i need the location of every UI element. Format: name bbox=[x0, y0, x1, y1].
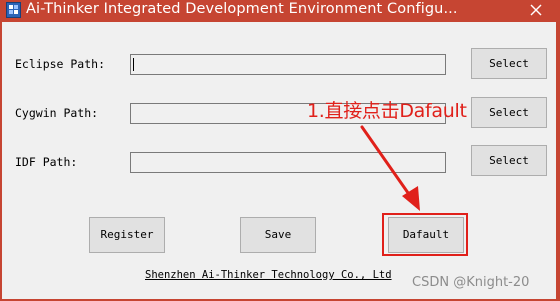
eclipse-select-button[interactable]: Select bbox=[471, 48, 547, 79]
idf-path-input[interactable] bbox=[130, 152, 446, 173]
annotation-text: 1.直接点击Dafault bbox=[307, 100, 467, 122]
default-button[interactable]: Dafault bbox=[388, 217, 464, 253]
cygwin-path-label: Cygwin Path: bbox=[15, 106, 99, 120]
close-button[interactable] bbox=[516, 1, 556, 19]
eclipse-path-input[interactable] bbox=[130, 54, 446, 75]
idf-path-label: IDF Path: bbox=[15, 155, 78, 169]
csdn-watermark: CSDN @Knight-20 bbox=[412, 275, 530, 290]
title-bar[interactable]: Ai-Thinker Integrated Development Enviro… bbox=[0, 0, 560, 22]
window-title: Ai-Thinker Integrated Development Enviro… bbox=[26, 1, 458, 17]
app-icon bbox=[6, 2, 21, 18]
save-button[interactable]: Save bbox=[240, 217, 316, 253]
register-button[interactable]: Register bbox=[89, 217, 165, 253]
main-window: Ai-Thinker Integrated Development Enviro… bbox=[0, 0, 560, 301]
cygwin-select-button[interactable]: Select bbox=[471, 97, 547, 128]
eclipse-path-label: Eclipse Path: bbox=[15, 57, 106, 71]
close-icon bbox=[530, 4, 542, 16]
idf-select-button[interactable]: Select bbox=[471, 145, 547, 176]
company-footer-text: Shenzhen Ai-Thinker Technology Co., Ltd bbox=[145, 269, 392, 281]
